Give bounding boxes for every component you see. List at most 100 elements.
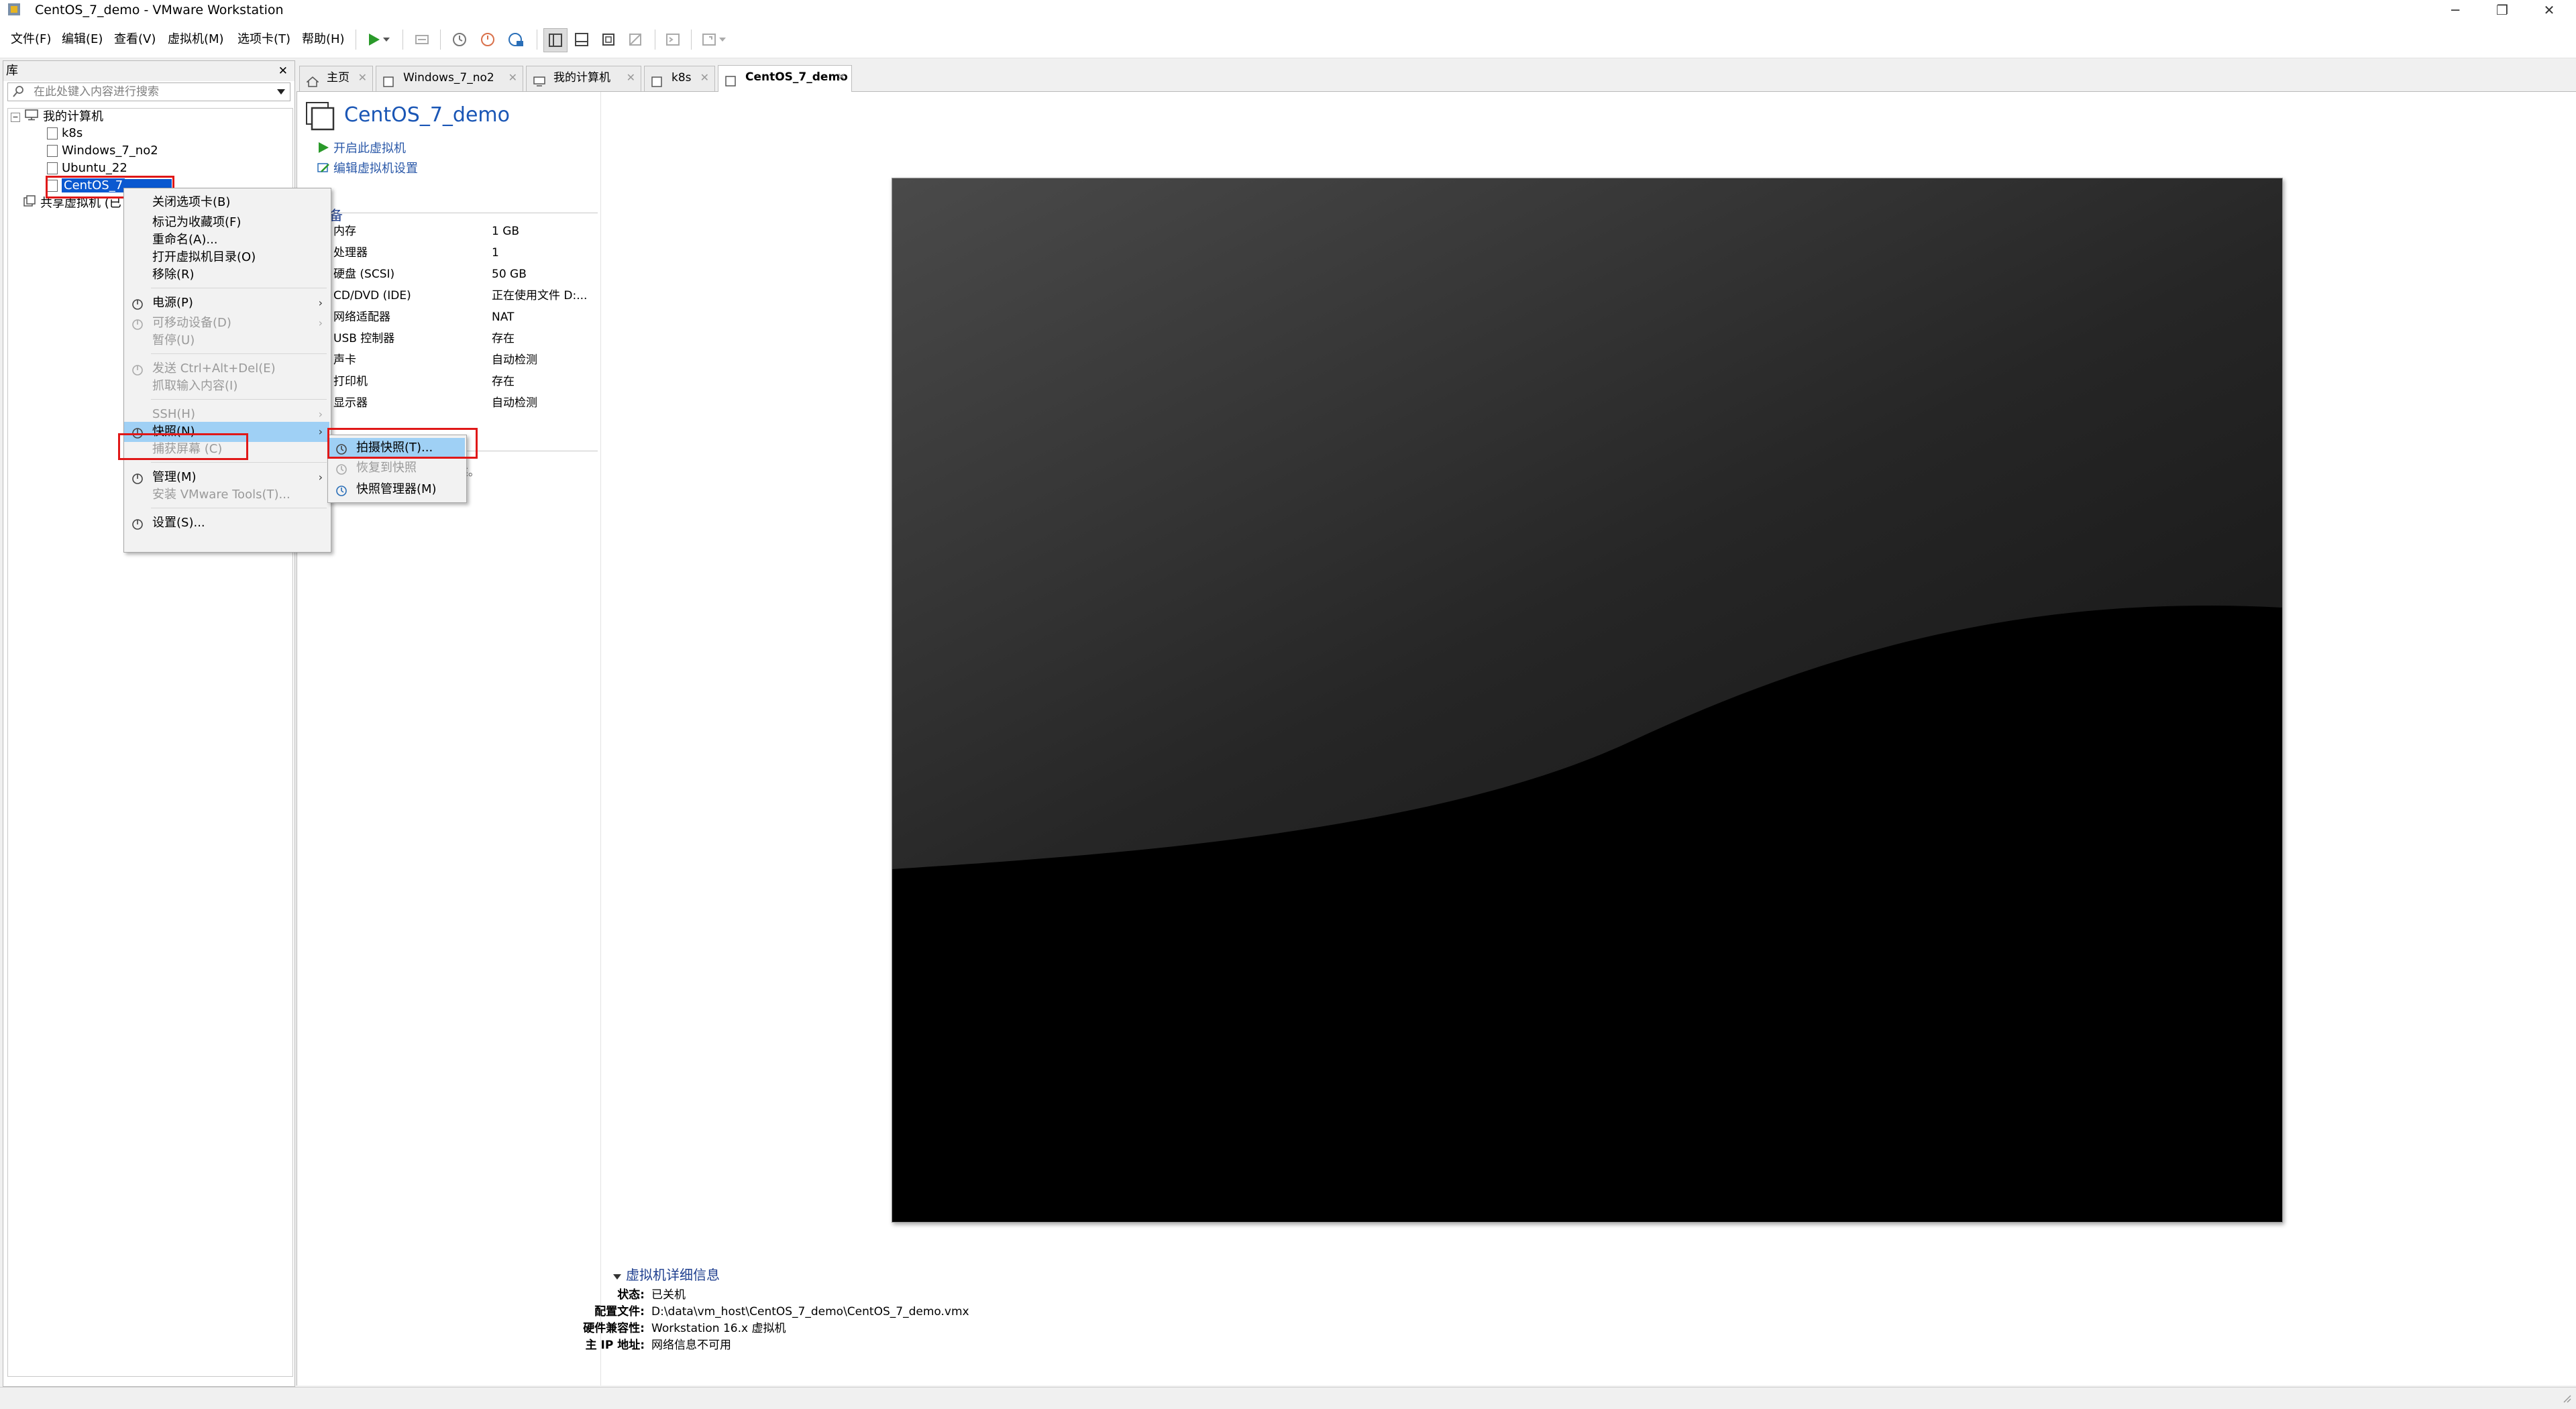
menu-item-close-tab[interactable]: 关闭选项卡(B) <box>124 192 329 213</box>
vm-icon <box>651 72 663 87</box>
detail-value: 网络信息不可用 <box>651 1339 731 1352</box>
minimize-button[interactable]: ─ <box>2435 0 2475 21</box>
vm-icon <box>47 127 58 139</box>
vm-title: CentOS_7_demo <box>344 103 511 127</box>
full-screen-icon[interactable] <box>597 28 620 51</box>
tree-node-vm-ubuntu-22[interactable]: Ubuntu_22 <box>47 160 127 176</box>
resize-grip-icon[interactable] <box>2561 1393 2572 1407</box>
menu-item-label: 安装 VMware Tools(T)... <box>152 488 290 502</box>
toolbar-separator <box>691 30 692 50</box>
menu-tabs[interactable]: 选项卡(T) <box>237 31 290 48</box>
power-on-action[interactable]: 开启此虚拟机 <box>317 140 406 158</box>
search-icon <box>12 84 25 101</box>
detail-label: 主 IP 地址: <box>585 1339 645 1352</box>
tab-close-icon[interactable]: ✕ <box>358 66 367 89</box>
vm-icon <box>725 72 737 87</box>
tab-my-computer[interactable]: 我的计算机 ✕ <box>526 66 641 91</box>
menu-item-label: 移除(R) <box>152 268 195 282</box>
device-row-network-adapter[interactable]: 网络适配器 NAT <box>297 306 592 328</box>
wrench-icon <box>131 471 144 484</box>
submenu-item-revert-to-snapshot: 恢复到快照 <box>328 458 465 478</box>
device-row-hard-disk[interactable]: 硬盘 (SCSI) 50 GB <box>297 264 592 285</box>
menu-item-label: SSH(H) <box>152 407 195 421</box>
search-dropdown-chevron-icon[interactable] <box>276 86 286 100</box>
edit-settings-action[interactable]: 编辑虚拟机设置 <box>317 160 418 178</box>
vm-details-section[interactable]: 虚拟机详细信息 <box>612 1264 720 1284</box>
search-placeholder: 在此处键入内容进行搜索 <box>34 85 159 99</box>
menu-item-label: 电源(P) <box>152 296 193 310</box>
library-search-input[interactable]: 在此处键入内容进行搜索 <box>7 82 290 101</box>
edit-settings-link[interactable]: 编辑虚拟机设置 <box>333 162 418 176</box>
power-on-link[interactable]: 开启此虚拟机 <box>333 142 406 156</box>
detail-value: 已关机 <box>651 1288 686 1302</box>
device-name: USB 控制器 <box>333 332 395 345</box>
device-value: 存在 <box>492 332 515 345</box>
menu-item-label: 打开虚拟机目录(O) <box>152 250 256 264</box>
device-name: 处理器 <box>333 246 368 260</box>
library-close-button[interactable]: ✕ <box>278 61 288 81</box>
tab-close-icon[interactable]: ✕ <box>627 66 635 89</box>
menu-item-label: 关闭选项卡(B) <box>152 195 231 209</box>
snapshot-manager-icon[interactable] <box>504 28 527 51</box>
device-row-processor[interactable]: 处理器 1 <box>297 242 592 264</box>
device-value: NAT <box>492 311 515 324</box>
restore-button[interactable]: ❐ <box>2482 0 2522 21</box>
tree-node-my-computer[interactable]: − 我的计算机 <box>11 109 103 125</box>
menu-help[interactable]: 帮助(H) <box>302 31 345 48</box>
tree-label-vm: Ubuntu_22 <box>62 161 127 175</box>
vm-details-title: 虚拟机详细信息 <box>626 1267 720 1283</box>
tab-k8s[interactable]: k8s ✕ <box>644 66 715 91</box>
detail-row-status: 状态: 已关机 <box>557 1287 1362 1304</box>
tab-close-icon[interactable]: ✕ <box>508 66 517 89</box>
take-snapshot-icon[interactable] <box>448 28 471 51</box>
menu-view[interactable]: 查看(V) <box>114 31 156 48</box>
menu-item-settings[interactable]: 设置(S)... <box>124 513 329 533</box>
device-row-memory[interactable]: 内存 1 GB <box>297 221 592 242</box>
tab-close-icon[interactable]: ✕ <box>700 66 709 89</box>
tab-close-icon[interactable]: ✕ <box>837 66 846 89</box>
annotation-box-snapshot-item <box>118 433 248 460</box>
show-library-icon[interactable] <box>543 28 568 52</box>
menu-vm[interactable]: 虚拟机(M) <box>168 31 224 48</box>
tab-centos-7-demo[interactable]: CentOS_7_demo ✕ <box>718 65 852 92</box>
menu-file[interactable]: 文件(F) <box>11 31 51 48</box>
submenu-item-label: 快照管理器(M) <box>356 482 437 496</box>
tab-windows-7-no2[interactable]: Windows_7_no2 ✕ <box>376 66 523 91</box>
menu-edit[interactable]: 编辑(E) <box>62 31 103 48</box>
power-dropdown-chevron-icon[interactable] <box>380 28 393 51</box>
device-name: 网络适配器 <box>333 311 390 324</box>
menu-item-label: 可移动设备(D) <box>152 316 231 330</box>
device-name: 打印机 <box>333 375 368 388</box>
revert-snapshot-icon[interactable] <box>476 28 499 51</box>
menu-item-power[interactable]: 电源(P) › <box>124 293 329 313</box>
show-thumbnail-bar-icon[interactable] <box>570 28 593 51</box>
menu-item-pause: 暂停(U) <box>124 331 329 351</box>
tab-label: CentOS_7_demo <box>745 70 848 84</box>
home-icon <box>306 72 319 87</box>
device-row-display[interactable]: 显示器 自动检测 <box>297 392 592 414</box>
vm-screen-preview[interactable] <box>892 178 2283 1223</box>
edit-settings-icon <box>317 162 329 177</box>
menu-item-remove[interactable]: 移除(R) <box>124 265 329 285</box>
tree-node-vm-windows-7-no2[interactable]: Windows_7_no2 <box>47 143 158 159</box>
tab-label: 我的计算机 <box>553 71 610 84</box>
device-name: CD/DVD (IDE) <box>333 289 411 302</box>
device-row-usb-controller[interactable]: USB 控制器 存在 <box>297 328 592 349</box>
device-row-printer[interactable]: 打印机 存在 <box>297 371 592 392</box>
detail-value: Workstation 16.x 虚拟机 <box>651 1322 786 1335</box>
shared-vms-icon <box>23 195 36 212</box>
vm-summary-page: CentOS_7_demo 开启此虚拟机 编辑虚拟机设置 设备 内存1 GB处理… <box>297 92 2576 1386</box>
tab-home[interactable]: 主页 ✕ <box>299 66 373 91</box>
tree-node-vm-k8s[interactable]: k8s <box>47 125 83 142</box>
vm-icon <box>383 72 395 87</box>
close-window-button[interactable]: ✕ <box>2529 0 2569 21</box>
collapse-minus-icon[interactable]: − <box>11 112 20 122</box>
submenu-item-snapshot-manager[interactable]: 快照管理器(M) <box>328 480 465 500</box>
menu-bar: 文件(F) 编辑(E) 查看(V) 虚拟机(M) 选项卡(T) 帮助(H) <box>0 21 2576 58</box>
detail-row-config-file: 配置文件: D:\data\vm_host\CentOS_7_demo\CentO… <box>557 1304 1362 1320</box>
device-name: 声卡 <box>333 353 356 367</box>
device-row-sound-card[interactable]: 声卡 自动检测 <box>297 349 592 371</box>
device-value: 存在 <box>492 375 515 388</box>
vm-icon <box>47 162 58 174</box>
device-row-cd-dvd[interactable]: CD/DVD (IDE) 正在使用文件 D:... <box>297 285 592 306</box>
